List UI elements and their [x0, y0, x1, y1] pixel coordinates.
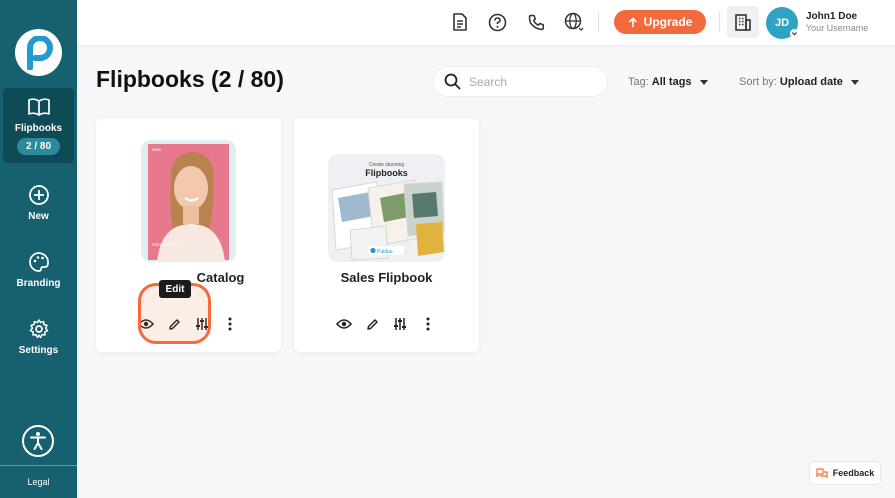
more-vertical-icon [228, 317, 232, 331]
tag-filter-dropdown[interactable]: Tag: All tags [628, 76, 708, 88]
tag-filter-label: Tag: [628, 76, 649, 88]
accessibility-button[interactable] [21, 424, 55, 463]
sidebar-item-label: Branding [16, 278, 61, 289]
page-title: Flipbooks (2 / 80) [96, 66, 284, 92]
building-icon [735, 14, 751, 31]
feedback-icon [816, 467, 828, 478]
topbar-divider [719, 12, 720, 32]
plus-circle-icon [28, 185, 49, 205]
cover-text: FEELING LIFE [152, 242, 179, 247]
cover-brand: Publuu [377, 249, 393, 255]
sidebar-item-label: New [28, 211, 49, 222]
upgrade-button[interactable]: Upgrade [614, 10, 706, 34]
flipbook-card[interactable]: Create stunning Flipbooks Publuu Sales F… [294, 118, 479, 352]
app-logo[interactable] [15, 29, 62, 76]
document-icon [453, 13, 467, 31]
tag-filter-value: All tags [651, 76, 692, 88]
search-placeholder: Search [469, 74, 508, 89]
cover-image-woman: NEW FEELING LIFE [141, 140, 236, 262]
sort-dropdown[interactable]: Sort by: Upload date [739, 76, 859, 88]
documentation-button[interactable] [450, 12, 470, 32]
search-input[interactable]: Search [433, 66, 608, 97]
more-options-button[interactable] [414, 314, 442, 334]
sort-label: Sort by: [739, 76, 777, 88]
top-bar: Upgrade JD John1 Doe Your Username [77, 0, 895, 45]
contact-button[interactable] [526, 12, 546, 32]
sidebar-item-branding[interactable]: Branding [3, 251, 74, 289]
sidebar-item-settings[interactable]: Settings [3, 318, 74, 356]
arrow-up-icon [628, 16, 637, 27]
eye-icon [336, 319, 352, 329]
cover-title: Flipbooks [365, 168, 408, 178]
book-icon [27, 98, 50, 116]
user-name[interactable]: John1 Doe [806, 11, 857, 22]
language-selector[interactable] [564, 12, 584, 32]
sidebar: Flipbooks 2 / 80 New Branding Settings L… [0, 0, 77, 498]
sidebar-item-flipbooks[interactable]: Flipbooks 2 / 80 [3, 88, 74, 163]
help-icon [488, 13, 506, 31]
sort-value: Upload date [779, 76, 843, 88]
organization-button[interactable] [727, 6, 759, 38]
accessibility-icon [22, 425, 54, 457]
legal-link[interactable]: Legal [0, 477, 77, 487]
sidebar-item-label: Flipbooks [14, 123, 63, 134]
phone-icon [528, 14, 544, 30]
chevron-down-icon [790, 29, 799, 38]
gear-icon [29, 319, 48, 339]
help-button[interactable] [487, 12, 507, 32]
sidebar-item-new[interactable]: New [3, 184, 74, 222]
flipbook-count-badge: 2 / 80 [16, 138, 61, 155]
edit-tooltip: Edit [159, 280, 191, 298]
edit-button[interactable] [358, 314, 386, 334]
flipbook-cover[interactable]: Create stunning Flipbooks Publuu [328, 154, 445, 262]
caret-down-icon [850, 79, 859, 85]
svg-text:NEW: NEW [152, 147, 162, 152]
preview-button[interactable] [330, 314, 358, 334]
feedback-button[interactable]: Feedback [810, 462, 880, 484]
cover-image-collage: Create stunning Flipbooks Publuu [328, 154, 445, 262]
sidebar-item-label: Settings [18, 345, 59, 356]
sidebar-divider [0, 465, 77, 466]
globe-icon [564, 12, 584, 31]
user-username: Your Username [806, 23, 869, 33]
more-vertical-icon [426, 317, 430, 331]
upgrade-label: Upgrade [643, 15, 693, 29]
card-actions [330, 314, 442, 334]
flipbook-title: Sales Flipbook [340, 270, 433, 285]
feedback-label: Feedback [832, 468, 875, 478]
search-icon [444, 73, 461, 90]
publuu-logo-icon [26, 35, 53, 70]
more-options-button[interactable] [216, 314, 244, 334]
adjust-button[interactable] [386, 314, 414, 334]
topbar-divider [598, 12, 599, 32]
avatar-initials: JD [774, 17, 790, 29]
palette-icon [28, 252, 49, 272]
caret-down-icon [699, 79, 708, 85]
flipbook-cover[interactable]: NEW FEELING LIFE [141, 140, 236, 262]
sliders-icon [394, 318, 406, 330]
pencil-icon [366, 318, 378, 330]
